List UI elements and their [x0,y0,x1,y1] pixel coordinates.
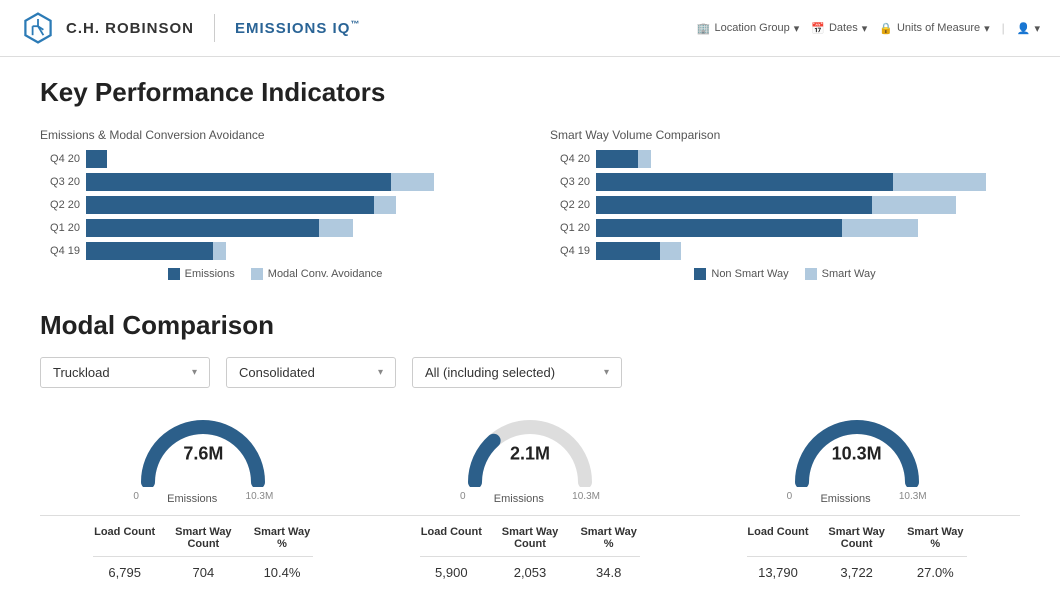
location-group-btn[interactable]: 🏢 Location Group ▾ [697,22,799,35]
modal-title: Modal Comparison [40,310,1020,341]
chevron-down-icon: ▾ [604,367,609,378]
header-divider [214,14,215,42]
chart1-bars: Q4 20 Q3 20 Q2 20 [40,150,510,260]
dropdowns-row: Truckload ▾ Consolidated ▾ All (includin… [40,357,1020,388]
chart1-container: Emissions & Modal Conversion Avoidance Q… [40,128,510,280]
gauges-row: 7.6M 0 Emissions 10.3M 2.1M [40,412,1020,505]
consolidated-dropdown[interactable]: Consolidated ▾ [226,357,396,388]
gauge1-center: 7.6M [183,443,223,464]
bar-row: Q4 19 [40,242,510,260]
stats-data1: 6,795 704 10.4% [93,556,313,588]
legend-light-box [251,268,263,280]
user-btn[interactable]: 👤 ▾ [1017,22,1040,35]
chevron-down-icon: ▾ [192,367,197,378]
all-including-dropdown[interactable]: All (including selected) ▾ [412,357,622,388]
header-sep: | [1002,21,1005,35]
legend-dark-box [168,268,180,280]
gauge2-wrap: 2.1M [460,412,600,487]
truckload-dropdown[interactable]: Truckload ▾ [40,357,210,388]
stats-header3: Load Count Smart Way Count Smart Way % [747,516,967,556]
gauge2-center: 2.1M [510,443,550,464]
gauge1-wrap: 7.6M [133,412,273,487]
gauge3-minmax: 0 Emissions 10.3M [787,491,927,505]
lock-icon: 🔒 [879,22,893,35]
stats-header2: Load Count Smart Way Count Smart Way % [420,516,640,556]
company-name: C.H. ROBINSON [66,20,194,37]
bar-row: Q4 20 [40,150,510,168]
gauge3: 10.3M 0 Emissions 10.3M [747,412,967,505]
chart2-title: Smart Way Volume Comparison [550,128,1020,142]
units-btn[interactable]: 🔒 Units of Measure ▾ [879,22,989,35]
chart2-container: Smart Way Volume Comparison Q4 20 Q3 20 [550,128,1020,280]
chevron-icon: ▾ [794,22,800,35]
gauge1: 7.6M 0 Emissions 10.3M [93,412,313,505]
legend-dark-box [694,268,706,280]
location-icon: 🏢 [697,22,711,35]
stats-table2: Load Count Smart Way Count Smart Way % 5… [420,516,640,588]
stats-data2: 5,900 2,053 34.8 [420,556,640,588]
bar-row: Q3 20 [40,173,510,191]
legend-light-box [805,268,817,280]
bar-row: Q4 19 [550,242,1020,260]
chevron-icon: ▾ [1034,22,1040,35]
chart2-legend: Non Smart Way Smart Way [550,268,1020,280]
chart1-title: Emissions & Modal Conversion Avoidance [40,128,510,142]
dates-btn[interactable]: 📅 Dates ▾ [811,22,867,35]
stats-table3: Load Count Smart Way Count Smart Way % 1… [747,516,967,588]
gauge2-minmax: 0 Emissions 10.3M [460,491,600,505]
header: C.H. ROBINSON EMISSIONS IQ™ 🏢 Location G… [0,0,1060,57]
gauge3-center: 10.3M [832,443,882,464]
stats-header1: Load Count Smart Way Count Smart Way % [93,516,313,556]
chr-logo-icon [20,10,56,46]
header-right: 🏢 Location Group ▾ 📅 Dates ▾ 🔒 Units of … [697,21,1040,35]
calendar-icon: 📅 [811,22,825,35]
bar-row: Q2 20 [40,196,510,214]
chart1-legend: Emissions Modal Conv. Avoidance [40,268,510,280]
header-left: C.H. ROBINSON EMISSIONS IQ™ [20,10,360,46]
bar-row: Q3 20 [550,173,1020,191]
stats-data3: 13,790 3,722 27.0% [747,556,967,588]
chart2-bars: Q4 20 Q3 20 Q2 20 [550,150,1020,260]
stats-table1: Load Count Smart Way Count Smart Way % 6… [93,516,313,588]
main-content: Key Performance Indicators Emissions & M… [0,57,1060,608]
bar-row: Q2 20 [550,196,1020,214]
gauge2: 2.1M 0 Emissions 10.3M [420,412,640,505]
product-name: EMISSIONS IQ™ [235,19,360,37]
kpi-section: Key Performance Indicators Emissions & M… [40,77,1020,280]
bar-row: Q4 20 [550,150,1020,168]
bar-row: Q1 20 [40,219,510,237]
gauge1-minmax: 0 Emissions 10.3M [133,491,273,505]
stats-tables-row: Load Count Smart Way Count Smart Way % 6… [40,515,1020,588]
chevron-down-icon: ▾ [378,367,383,378]
charts-row: Emissions & Modal Conversion Avoidance Q… [40,128,1020,280]
gauge3-wrap: 10.3M [787,412,927,487]
bar-row: Q1 20 [550,219,1020,237]
modal-section: Modal Comparison Truckload ▾ Consolidate… [40,310,1020,588]
user-icon: 👤 [1017,22,1031,35]
kpi-title: Key Performance Indicators [40,77,1020,108]
chevron-icon: ▾ [862,22,868,35]
chevron-icon: ▾ [984,22,990,35]
